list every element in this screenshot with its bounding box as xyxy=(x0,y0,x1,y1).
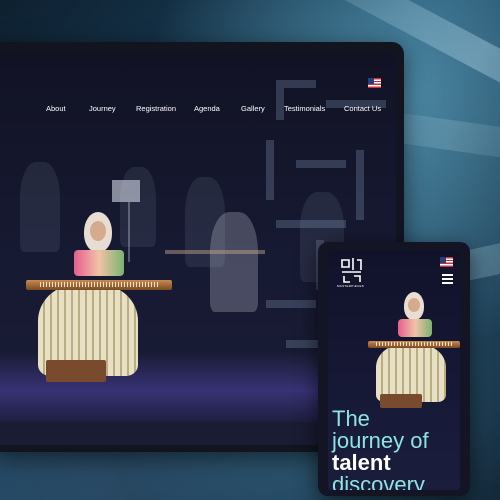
music-stand xyxy=(112,180,140,202)
nav-agenda[interactable]: Agenda xyxy=(194,104,220,113)
hero-heading: The journey of talent discovery xyxy=(332,406,429,491)
hero-line-3: talent xyxy=(332,450,391,475)
nav-testimonials[interactable]: Testimonials xyxy=(284,104,325,113)
performer-face xyxy=(90,221,106,241)
qanun-strings xyxy=(40,282,160,287)
stage-stool xyxy=(46,360,106,382)
hero-line-1: The xyxy=(332,406,370,431)
brand-logo[interactable] xyxy=(340,256,362,284)
qanun-strings xyxy=(376,342,452,346)
nav-about[interactable]: About xyxy=(46,104,66,113)
logo-caption: MASTERPIECES xyxy=(337,284,365,288)
nav-gallery[interactable]: Gallery xyxy=(241,104,265,113)
instrument-stand xyxy=(165,250,265,254)
mobile-mockup: MASTERPIECES The journey of talent disco… xyxy=(318,242,470,496)
us-flag-icon[interactable] xyxy=(440,257,453,267)
nav-contact-us[interactable]: Contact Us xyxy=(344,104,381,113)
musician-silhouette xyxy=(210,212,258,312)
nav-registration[interactable]: Registration xyxy=(136,104,176,113)
performer-image xyxy=(368,292,460,412)
us-flag-icon[interactable] xyxy=(368,78,381,88)
hamburger-icon[interactable] xyxy=(442,274,453,284)
hero-line-2: journey of xyxy=(332,428,429,453)
performer-face xyxy=(408,298,420,312)
performer-image xyxy=(26,212,172,392)
mobile-screen: MASTERPIECES The journey of talent disco… xyxy=(328,250,460,490)
nav-journey[interactable]: Journey xyxy=(89,104,116,113)
performer-vest xyxy=(398,319,432,337)
main-nav: About Journey Registration Agenda Galler… xyxy=(0,104,396,118)
performer-vest xyxy=(74,250,124,276)
hero-line-4: discovery xyxy=(332,472,425,491)
stage-stool xyxy=(380,394,422,408)
